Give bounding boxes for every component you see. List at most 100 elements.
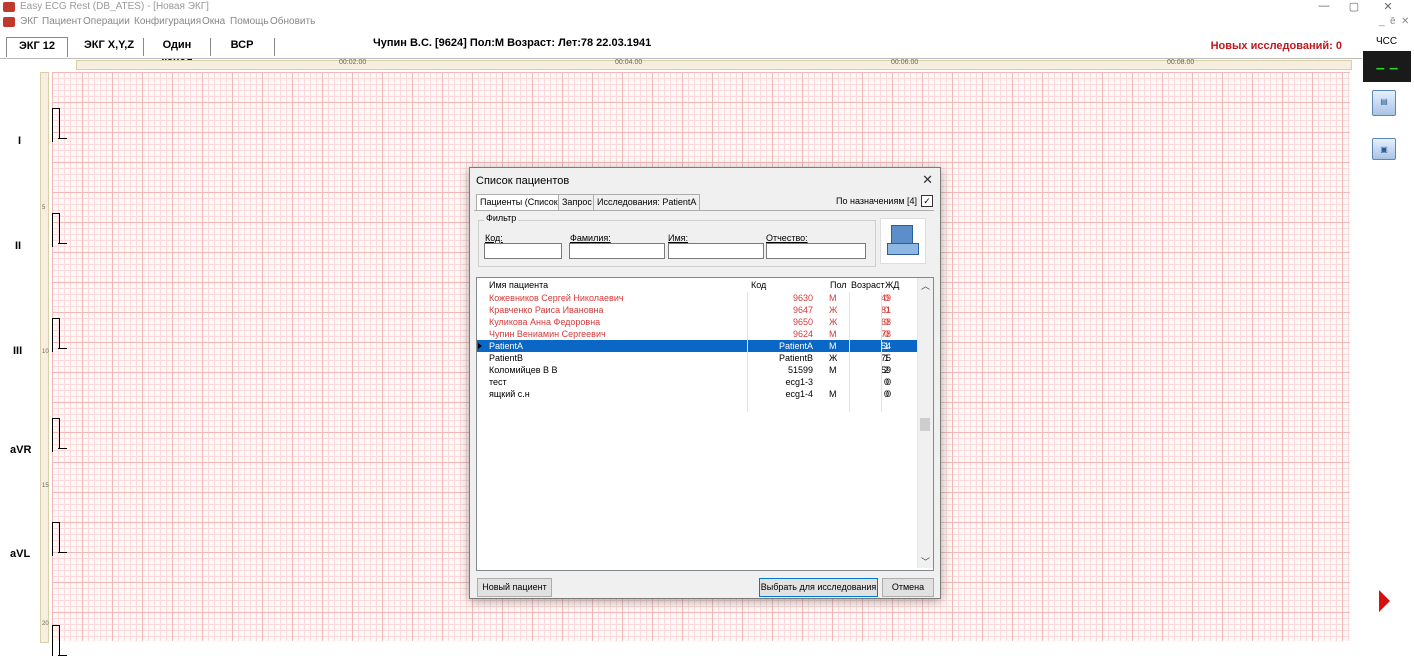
menu-windows[interactable]: Окна <box>202 16 225 27</box>
tab-ecg-xyz[interactable]: ЭКГ X,Y,Z <box>78 37 140 56</box>
menu-configuration[interactable]: Конфигурация <box>134 16 201 27</box>
mdi-restore-button[interactable]: ē <box>1390 16 1396 27</box>
ruler-mark: 20 <box>42 621 49 627</box>
patronymic-label: Отчество: <box>766 233 808 243</box>
timeline-mark: 00:02.00 <box>339 59 367 66</box>
tab-separator <box>274 38 275 56</box>
patient-header: Чупин В.С. [9624] Пол:М Возраст: Лет:78 … <box>373 37 652 49</box>
tab-studies[interactable]: Исследования: PatientA <box>593 194 701 211</box>
cell-name: тест <box>489 377 507 387</box>
cell-zhd: 0 <box>884 377 890 387</box>
cell-code: 51599 <box>787 365 813 375</box>
cell-sex: Ж <box>829 353 838 363</box>
cell-name: Коломийцев В В <box>489 365 558 375</box>
cell-zhd: 1 <box>884 341 890 351</box>
code-input[interactable] <box>484 243 562 259</box>
search-monitor-icon <box>891 225 913 245</box>
new-studies-counter[interactable]: Новых исследований: 0 <box>1211 40 1342 52</box>
menu-operations[interactable]: Операции <box>83 16 130 27</box>
table-row[interactable]: Кравченко Раиса Ивановна 9647 Ж 81 0 <box>477 304 917 316</box>
table-row[interactable]: Кожевников Сергей Николаевич 9630 М 49 0 <box>477 292 917 304</box>
cell-sex: Ж <box>829 305 838 315</box>
list-scrollbar[interactable]: ︿ ﹀ <box>917 278 933 568</box>
heart-rate-label: ЧСС <box>1376 36 1398 47</box>
lead-label-avl: aVL <box>10 548 31 560</box>
search-button[interactable] <box>880 218 926 264</box>
cancel-button[interactable]: Отмена <box>882 578 934 597</box>
table-row[interactable]: тест ecg1-3 0 0 <box>477 376 917 388</box>
table-row[interactable]: Коломийцев В В 51599 М 59 2 <box>477 364 917 376</box>
minimize-button[interactable]: — <box>1314 0 1334 12</box>
cell-code: ecg1-3 <box>785 377 813 387</box>
cell-code: PatientB <box>778 353 813 363</box>
search-keyboard-icon <box>887 243 919 255</box>
cell-code: 9630 <box>792 293 813 303</box>
surname-input[interactable] <box>569 243 665 259</box>
menu-patient[interactable]: Пациент <box>42 16 82 27</box>
table-row[interactable]: Куликова Анна Федоровна 9650 Ж 68 0 <box>477 316 917 328</box>
column-divider <box>849 292 850 412</box>
heart-rate-display: – – <box>1363 51 1411 82</box>
col-zhd-header[interactable]: ЖД <box>885 280 899 290</box>
cell-name: PatientA <box>489 341 524 351</box>
tab-hrv[interactable]: ВСР <box>214 37 270 56</box>
patient-list[interactable]: Имя пациента Код Пол Возраст ЖД Кожевник… <box>476 277 934 571</box>
timeline-mark: 00:04.00 <box>615 59 643 66</box>
scroll-down-icon[interactable]: ﹀ <box>921 555 930 568</box>
cell-name: Кравченко Раиса Ивановна <box>489 305 604 315</box>
menu-update[interactable]: Обновить <box>270 16 315 27</box>
lead-label-avr: aVR <box>10 444 32 456</box>
scroll-up-icon[interactable]: ︿ <box>921 279 930 292</box>
calibration-pulse-iii <box>52 318 67 352</box>
mdi-close-button[interactable]: ✕ <box>1401 16 1409 27</box>
ruler-mark: 15 <box>42 483 49 489</box>
calibration-pulse-avr <box>52 418 67 452</box>
cell-name: ящкий с.н <box>489 389 530 399</box>
name-input[interactable] <box>668 243 764 259</box>
cell-code: 9650 <box>792 317 813 327</box>
lead-label-iii: III <box>13 345 23 357</box>
cell-sex: М <box>829 293 837 303</box>
patient-list-dialog: Список пациентов ✕ Пациенты (Список) Зап… <box>469 167 941 599</box>
mdi-minimize-button[interactable]: _ <box>1379 16 1385 27</box>
right-panel: ЧСС – – ▤ ▣ <box>1362 32 1414 641</box>
table-row[interactable]: Чупин Вениамин Сергеевич 9624 М 78 0 <box>477 328 917 340</box>
cell-name: Кожевников Сергей Николаевич <box>489 293 624 303</box>
window-title: Easy ECG Rest (DB_ATES) - [Новая ЭКГ] <box>20 1 209 12</box>
play-icon[interactable] <box>1379 590 1390 612</box>
table-row[interactable]: ящкий с.н ecg1-4 М 0 0 <box>477 388 917 400</box>
menu-ecg[interactable]: ЭКГ <box>20 16 38 27</box>
assigned-filter-checkbox[interactable]: ✓ <box>921 195 933 207</box>
patronymic-input[interactable] <box>766 243 866 259</box>
scroll-thumb[interactable] <box>920 418 930 431</box>
timeline-ruler[interactable]: 00:02.00 00:04.00 00:06.00 00:08.00 <box>76 59 1352 70</box>
column-divider <box>747 292 748 412</box>
report-document-icon[interactable]: ▤ <box>1372 90 1396 116</box>
restore-button[interactable]: ▢ <box>1344 0 1364 13</box>
tab-patients-list[interactable]: Пациенты (Список) <box>476 194 565 211</box>
app-menu-icon[interactable] <box>3 17 15 27</box>
col-code-header[interactable]: Код <box>751 280 766 290</box>
new-patient-button[interactable]: Новый пациент <box>477 578 552 597</box>
cell-zhd: 0 <box>884 317 890 327</box>
cell-code: 9647 <box>792 305 813 315</box>
tab-query[interactable]: Запрос <box>558 194 596 211</box>
cell-code: PatientA <box>778 341 813 351</box>
patient-card-icon[interactable]: ▣ <box>1372 138 1396 160</box>
close-button[interactable]: ✕ <box>1378 0 1398 13</box>
menu-help[interactable]: Помощь <box>230 16 269 27</box>
row-pointer-icon <box>478 343 482 349</box>
dialog-close-icon[interactable]: ✕ <box>922 172 933 188</box>
tab-separator <box>143 38 144 56</box>
col-name-header[interactable]: Имя пациента <box>489 280 548 290</box>
cell-zhd: 0 <box>884 305 890 315</box>
tab-one-channel[interactable]: Один канал <box>146 37 208 68</box>
tab-ecg12[interactable]: ЭКГ 12 <box>6 37 68 57</box>
calibration-pulse-ii <box>52 213 67 247</box>
cell-zhd: 0 <box>884 293 890 303</box>
col-sex-header[interactable]: Пол <box>830 280 847 290</box>
select-for-study-button[interactable]: Выбрать для исследования <box>759 578 878 597</box>
col-age-header[interactable]: Возраст <box>851 280 885 290</box>
table-row[interactable]: PatientA PatientA М 54 1 <box>477 340 917 352</box>
table-row[interactable]: PatientB PatientB Ж 75 1 <box>477 352 917 364</box>
